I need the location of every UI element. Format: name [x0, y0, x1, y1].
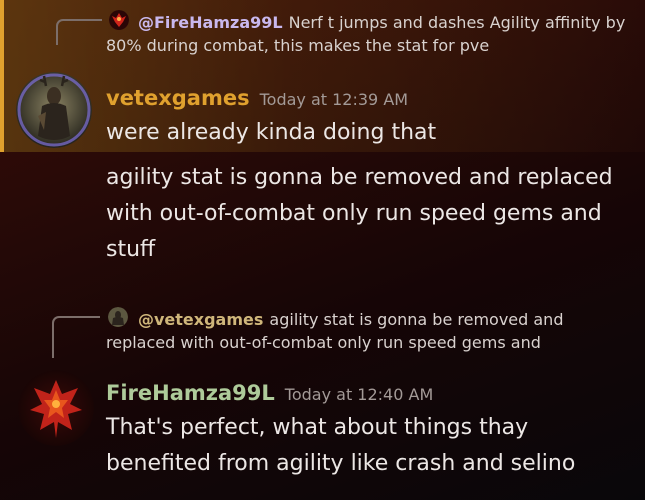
message-line: agility stat is gonna be removed and rep…	[106, 165, 613, 262]
reply-mention[interactable]: @vetexgames	[138, 310, 263, 329]
timestamp: Today at 12:39 AM	[259, 90, 409, 109]
message-header: vetexgames Today at 12:39 AM	[106, 86, 408, 110]
username-vetexgames[interactable]: vetexgames	[106, 86, 250, 110]
reply-mention[interactable]: @FireHamza99L	[138, 13, 283, 32]
reply-preview[interactable]: @FireHamza99L Nerf t jumps and dashes Agi…	[106, 11, 626, 57]
avatar-firehamza99l[interactable]	[18, 370, 94, 446]
avatar-vetexgames[interactable]	[16, 72, 92, 148]
reply-connector	[56, 19, 102, 45]
message-line: That's perfect, what about things thay b…	[106, 415, 576, 476]
reply-preview[interactable]: @vetexgames agility stat is gonna be remo…	[106, 308, 626, 354]
message-line: were already kinda doing that	[106, 120, 437, 145]
timestamp: Today at 12:40 AM	[284, 385, 434, 404]
message-header: FireHamza99L Today at 12:40 AM	[106, 381, 433, 405]
username-firehamza99l[interactable]: FireHamza99L	[106, 381, 275, 405]
reply-connector	[52, 316, 100, 358]
